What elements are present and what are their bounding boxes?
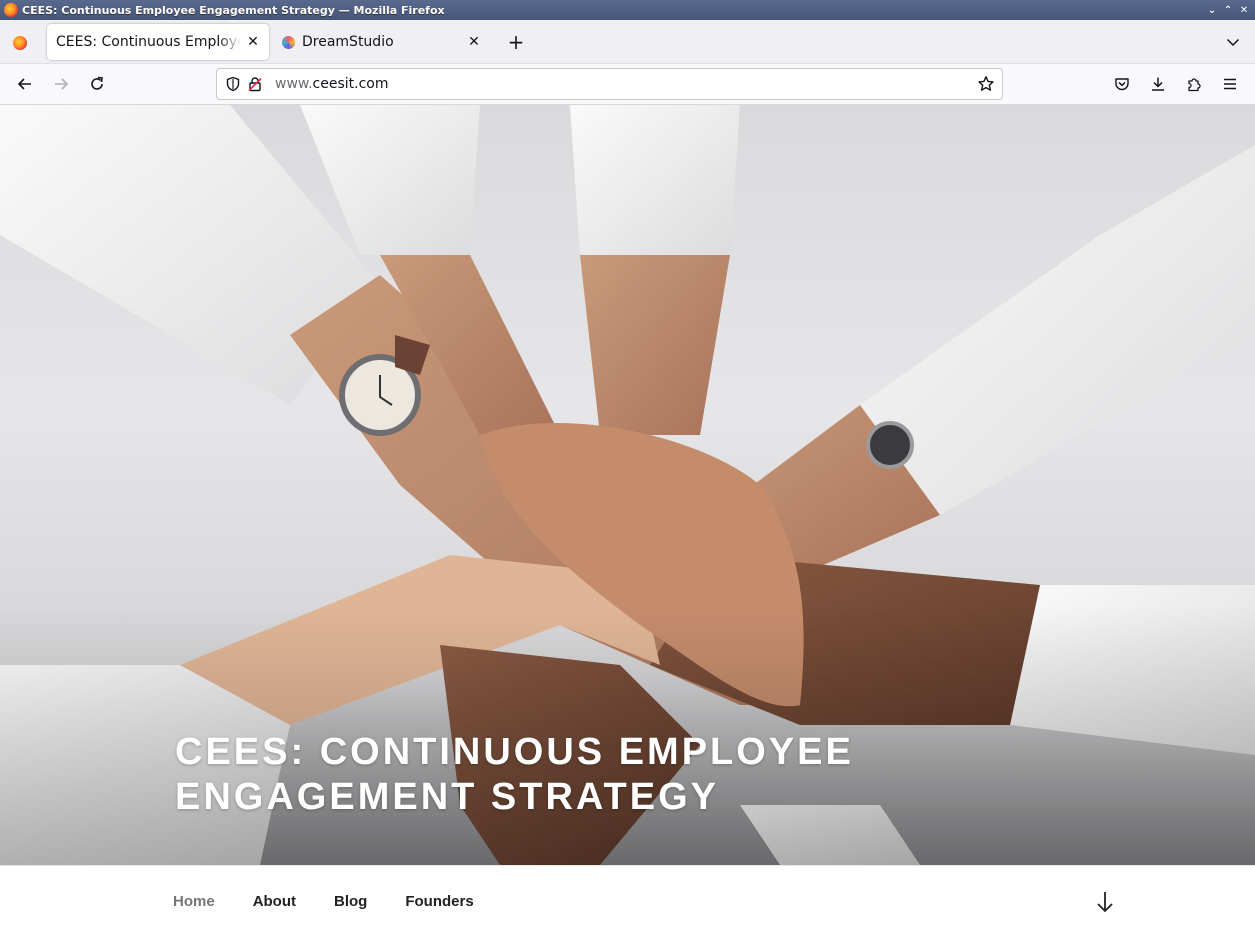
nav-item-blog[interactable]: Blog: [334, 893, 367, 910]
back-arrow-icon: [17, 78, 31, 90]
dreamstudio-icon: [282, 35, 295, 49]
window-controls: ⌄ ⌃ ✕: [1205, 3, 1251, 17]
close-window-icon[interactable]: ✕: [1237, 3, 1251, 17]
scroll-down-button[interactable]: [1093, 890, 1117, 914]
bookmark-star-button[interactable]: [974, 72, 998, 96]
close-tab-icon[interactable]: ✕: [241, 30, 265, 54]
shield-icon: [226, 76, 240, 92]
window-title: CEES: Continuous Employee Engagement Str…: [22, 3, 445, 17]
forward-button[interactable]: [46, 69, 76, 99]
back-button[interactable]: [10, 69, 40, 99]
window-titlebar: CEES: Continuous Employee Engagement Str…: [0, 0, 1255, 20]
tab-cees[interactable]: CEES: Continuous Employee Engagement Str…: [47, 24, 269, 60]
firefox-view-button[interactable]: [6, 29, 34, 57]
lock-icon: [248, 77, 262, 92]
site-nav-menu: Home About Blog Founders: [173, 893, 512, 910]
chevron-down-icon: [1226, 38, 1240, 47]
site-navigation: Home About Blog Founders: [0, 865, 1255, 938]
maximize-icon[interactable]: ⌃: [1221, 3, 1235, 17]
url-text[interactable]: www.ceesit.com: [275, 76, 974, 92]
download-icon: [1152, 77, 1164, 91]
star-icon: [978, 76, 994, 91]
arrow-down-icon: [1097, 892, 1113, 913]
tab-title: CEES: Continuous Employee Engagement Str…: [56, 34, 241, 50]
extensions-button[interactable]: [1179, 69, 1209, 99]
url-domain: ceesit.com: [312, 76, 389, 92]
app-menu-button[interactable]: [1215, 69, 1245, 99]
pocket-button[interactable]: [1107, 69, 1137, 99]
reload-icon: [91, 76, 103, 90]
url-prefix: www.: [275, 76, 313, 92]
address-bar[interactable]: www.ceesit.com: [216, 68, 1003, 100]
close-tab-icon[interactable]: ✕: [462, 30, 486, 54]
tab-strip: CEES: Continuous Employee Engagement Str…: [0, 20, 1255, 64]
nav-item-founders[interactable]: Founders: [405, 893, 473, 910]
insecure-lock-icon[interactable]: [245, 74, 265, 94]
firefox-icon: [13, 36, 27, 50]
nav-toolbar: www.ceesit.com: [0, 64, 1255, 105]
site-title[interactable]: CEES: Continuous Employee Engagement Str…: [175, 730, 895, 820]
page-content: CEES: Continuous Employee Engagement Str…: [0, 105, 1255, 938]
pocket-icon: [1115, 78, 1129, 91]
forward-arrow-icon: [55, 78, 69, 90]
tracking-protection-icon[interactable]: [223, 74, 243, 94]
tab-dreamstudio[interactable]: DreamStudio ✕: [274, 24, 490, 60]
downloads-button[interactable]: [1143, 69, 1173, 99]
firefox-logo-icon: [4, 3, 18, 17]
puzzle-piece-icon: [1188, 78, 1201, 92]
nav-item-about[interactable]: About: [253, 893, 296, 910]
new-tab-button[interactable]: +: [503, 29, 529, 55]
nav-item-home[interactable]: Home: [173, 893, 215, 910]
minimize-icon[interactable]: ⌄: [1205, 3, 1219, 17]
reload-button[interactable]: [82, 69, 112, 99]
hamburger-menu-icon: [1224, 78, 1236, 90]
hero-section: CEES: Continuous Employee Engagement Str…: [0, 105, 1255, 865]
list-all-tabs-button[interactable]: [1220, 29, 1246, 55]
tab-title: DreamStudio: [302, 34, 394, 50]
